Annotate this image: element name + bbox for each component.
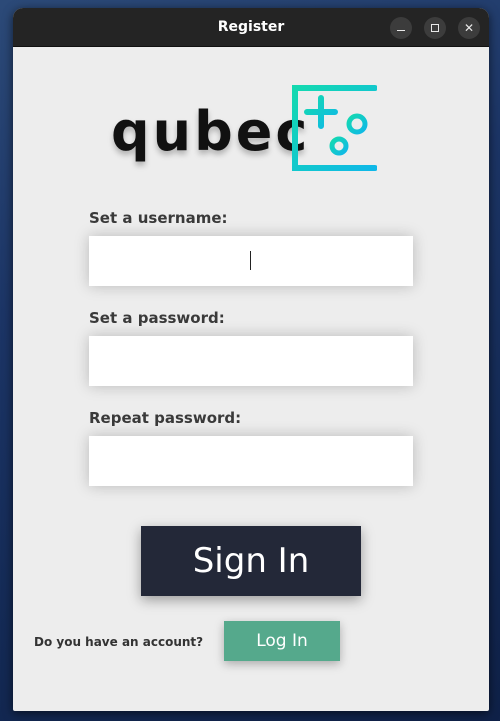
minimize-button[interactable] xyxy=(390,17,412,39)
username-label: Set a username: xyxy=(89,209,228,227)
register-window: Register ✕ qubec Set a username: Set a p… xyxy=(13,8,489,711)
password-label: Set a password: xyxy=(89,309,225,327)
logo-wordmark: qubec xyxy=(111,100,311,163)
minimize-icon xyxy=(397,30,405,31)
close-icon: ✕ xyxy=(463,21,475,35)
repeat-password-field[interactable] xyxy=(89,436,413,486)
logo-mark-icon xyxy=(292,85,377,171)
repeat-password-label: Repeat password: xyxy=(89,409,242,427)
sign-in-button[interactable]: Sign In xyxy=(141,526,361,596)
account-prompt: Do you have an account? xyxy=(34,635,204,649)
window-title: Register xyxy=(217,19,285,35)
close-button[interactable]: ✕ xyxy=(458,17,480,39)
maximize-icon xyxy=(431,24,439,32)
password-field[interactable] xyxy=(89,336,413,386)
title-bar[interactable]: Register ✕ xyxy=(13,8,489,47)
maximize-button[interactable] xyxy=(424,17,446,39)
username-field[interactable] xyxy=(89,236,413,286)
text-caret xyxy=(250,251,251,270)
app-logo: qubec xyxy=(111,82,381,178)
log-in-button[interactable]: Log In xyxy=(224,621,340,661)
